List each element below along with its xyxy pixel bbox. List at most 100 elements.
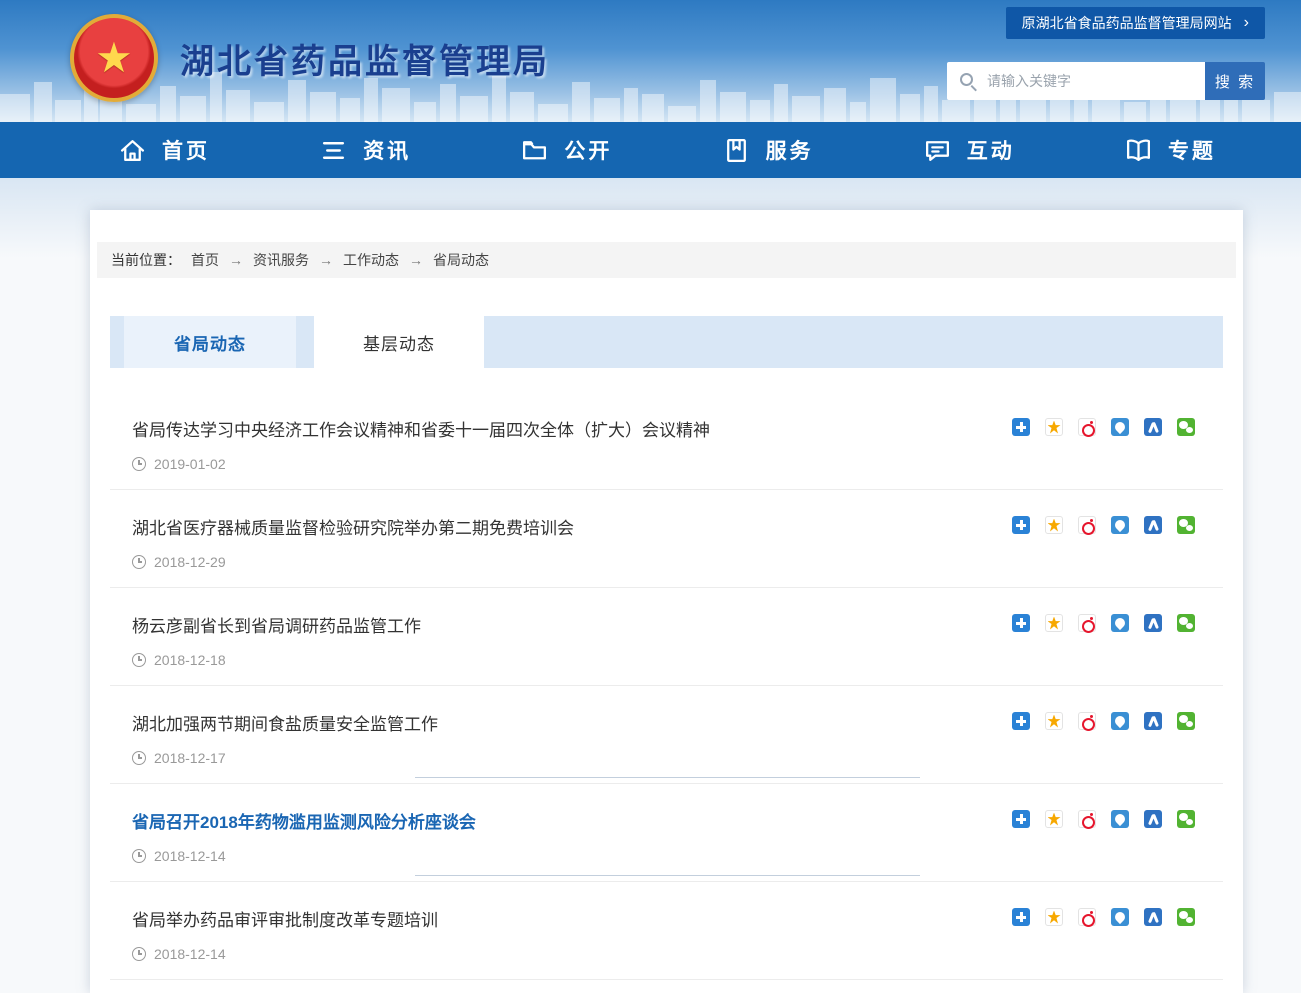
qzone-share-icon[interactable] <box>1045 418 1063 436</box>
breadcrumb-link-news-service[interactable]: 资讯服务 <box>253 250 309 270</box>
bookmark-page-icon <box>722 136 751 165</box>
news-title[interactable]: 湖北加强两节期间食盐质量安全监管工作 <box>132 715 438 734</box>
bshare-plus-icon[interactable] <box>1012 908 1030 926</box>
renren-share-icon[interactable] <box>1144 516 1162 534</box>
weibo-share-icon[interactable] <box>1078 516 1096 534</box>
share-bar <box>1012 908 1195 926</box>
weibo-share-icon[interactable] <box>1078 712 1096 730</box>
news-date-row: 2018-12-29 <box>132 554 574 570</box>
nav-item-news[interactable]: 资讯 <box>319 135 411 165</box>
news-item-left: 省局举办药品审评审批制度改革专题培训 2018-12-14 <box>132 906 438 962</box>
tencent-weibo-share-icon[interactable] <box>1111 908 1129 926</box>
breadcrumb: 当前位置： 首页 → 资讯服务 → 工作动态 → 省局动态 <box>97 242 1236 278</box>
old-site-link[interactable]: 原湖北省食品药品监督管理局网站 › <box>1006 7 1265 39</box>
news-date-row: 2018-12-17 <box>132 750 438 766</box>
news-item: 杨云彦副省长到省局调研药品监管工作 2018-12-18 <box>110 588 1223 686</box>
nav-item-home[interactable]: 首页 <box>118 135 210 165</box>
news-title[interactable]: 杨云彦副省长到省局调研药品监管工作 <box>132 617 421 636</box>
brand: 湖北省药品监督管理局 <box>70 14 550 102</box>
news-title[interactable]: 湖北省医疗器械质量监督检验研究院举办第二期免费培训会 <box>132 519 574 538</box>
news-lines-icon <box>319 136 348 165</box>
nav-item-label: 公开 <box>564 135 612 165</box>
wechat-share-icon[interactable] <box>1177 516 1195 534</box>
clock-icon <box>132 555 146 569</box>
renren-share-icon[interactable] <box>1144 418 1162 436</box>
folder-icon <box>520 136 549 165</box>
weibo-share-icon[interactable] <box>1078 614 1096 632</box>
tencent-weibo-share-icon[interactable] <box>1111 516 1129 534</box>
tab-provincial-dynamics[interactable]: 省局动态 <box>124 316 296 368</box>
renren-share-icon[interactable] <box>1144 810 1162 828</box>
breadcrumb-link-home[interactable]: 首页 <box>191 250 219 270</box>
wechat-share-icon[interactable] <box>1177 810 1195 828</box>
news-title[interactable]: 省局举办药品审评审批制度改革专题培训 <box>132 911 438 930</box>
main-nav: 首页 资讯 公开 服务 <box>0 122 1301 178</box>
content-card: 当前位置： 首页 → 资讯服务 → 工作动态 → 省局动态 省局动态 基层动态 … <box>90 210 1243 993</box>
news-date: 2018-12-18 <box>154 652 226 668</box>
wechat-share-icon[interactable] <box>1177 908 1195 926</box>
news-item: 省局举办药品审评审批制度改革专题培训 2018-12-14 <box>110 882 1223 980</box>
search-input[interactable] <box>947 62 1205 100</box>
wechat-share-icon[interactable] <box>1177 712 1195 730</box>
news-item-left: 省局召开2018年药物滥用监测风险分析座谈会 2018-12-14 <box>132 808 476 864</box>
national-emblem-logo <box>70 14 158 102</box>
old-site-link-label: 原湖北省食品药品监督管理局网站 <box>1022 13 1232 33</box>
bshare-plus-icon[interactable] <box>1012 810 1030 828</box>
tencent-weibo-share-icon[interactable] <box>1111 712 1129 730</box>
news-item-highlighted: 省局召开2018年药物滥用监测风险分析座谈会 2018-12-14 <box>110 784 1223 882</box>
breadcrumb-arrow-icon: → <box>409 252 423 268</box>
tab-strip: 省局动态 基层动态 <box>110 316 1223 368</box>
weibo-share-icon[interactable] <box>1078 418 1096 436</box>
tencent-weibo-share-icon[interactable] <box>1111 614 1129 632</box>
news-date: 2018-12-14 <box>154 946 226 962</box>
bshare-plus-icon[interactable] <box>1012 516 1030 534</box>
news-item-left: 省局传达学习中央经济工作会议精神和省委十一届四次全体（扩大）会议精神 2019-… <box>132 416 710 472</box>
share-bar <box>1012 810 1195 828</box>
news-item-left: 湖北省医疗器械质量监督检验研究院举办第二期免费培训会 2018-12-29 <box>132 514 574 570</box>
tencent-weibo-share-icon[interactable] <box>1111 810 1129 828</box>
clock-icon <box>132 947 146 961</box>
news-date: 2018-12-17 <box>154 750 226 766</box>
tab-grassroots-dynamics[interactable]: 基层动态 <box>314 316 484 368</box>
nav-item-interaction[interactable]: 互动 <box>923 135 1015 165</box>
site-title: 湖北省药品监督管理局 <box>180 34 550 83</box>
qzone-share-icon[interactable] <box>1045 614 1063 632</box>
search-icon <box>960 73 973 86</box>
qzone-share-icon[interactable] <box>1045 516 1063 534</box>
news-title[interactable]: 省局召开2018年药物滥用监测风险分析座谈会 <box>132 813 476 832</box>
header: 原湖北省食品药品监督管理局网站 › 湖北省药品监督管理局 搜 索 <box>0 0 1301 122</box>
search-button[interactable]: 搜 索 <box>1205 62 1265 100</box>
weibo-share-icon[interactable] <box>1078 810 1096 828</box>
weibo-share-icon[interactable] <box>1078 908 1096 926</box>
news-title[interactable]: 省局传达学习中央经济工作会议精神和省委十一届四次全体（扩大）会议精神 <box>132 421 710 440</box>
bshare-plus-icon[interactable] <box>1012 712 1030 730</box>
breadcrumb-current[interactable]: 省局动态 <box>433 250 489 270</box>
renren-share-icon[interactable] <box>1144 614 1162 632</box>
nav-item-topics[interactable]: 专题 <box>1124 135 1216 165</box>
bshare-plus-icon[interactable] <box>1012 614 1030 632</box>
qzone-share-icon[interactable] <box>1045 908 1063 926</box>
renren-share-icon[interactable] <box>1144 908 1162 926</box>
news-date: 2018-12-14 <box>154 848 226 864</box>
news-item-left: 杨云彦副省长到省局调研药品监管工作 2018-12-18 <box>132 612 421 668</box>
qzone-share-icon[interactable] <box>1045 712 1063 730</box>
wechat-share-icon[interactable] <box>1177 418 1195 436</box>
home-icon <box>118 136 147 165</box>
qzone-share-icon[interactable] <box>1045 810 1063 828</box>
wechat-share-icon[interactable] <box>1177 614 1195 632</box>
nav-item-service[interactable]: 服务 <box>722 135 814 165</box>
breadcrumb-link-work-dynamics[interactable]: 工作动态 <box>343 250 399 270</box>
tencent-weibo-share-icon[interactable] <box>1111 418 1129 436</box>
breadcrumb-label: 当前位置： <box>111 250 181 270</box>
clock-icon <box>132 653 146 667</box>
nav-item-label: 服务 <box>766 135 814 165</box>
nav-item-public[interactable]: 公开 <box>520 135 612 165</box>
bshare-plus-icon[interactable] <box>1012 418 1030 436</box>
search-box <box>947 62 1205 100</box>
open-book-icon <box>1124 136 1153 165</box>
chat-bubble-icon <box>923 136 952 165</box>
renren-share-icon[interactable] <box>1144 712 1162 730</box>
clock-icon <box>132 751 146 765</box>
news-item-left: 湖北加强两节期间食盐质量安全监管工作 2018-12-17 <box>132 710 438 766</box>
share-bar <box>1012 418 1195 436</box>
